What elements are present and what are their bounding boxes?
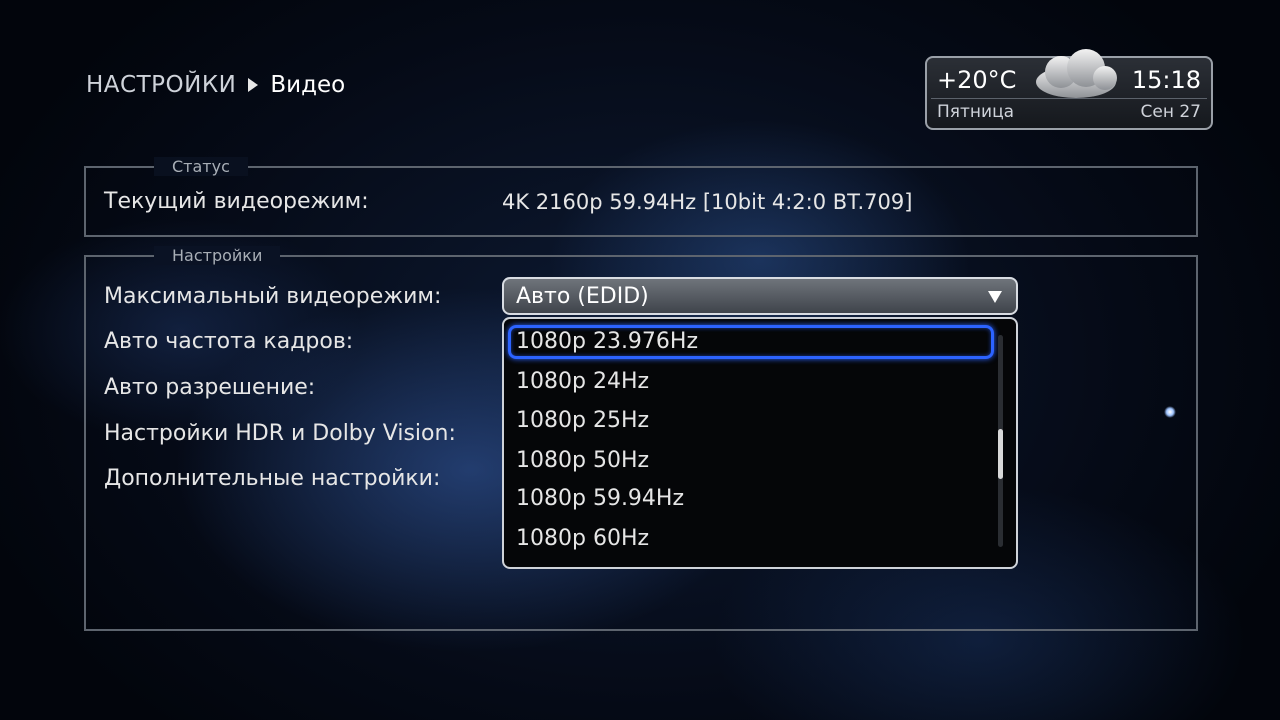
dropdown-option[interactable]: 1080p 24Hz [516,369,649,394]
cloud-icon [1036,49,1117,98]
video-mode-dropdown-list[interactable]: 1080p 23.976Hz 1080p 24Hz 1080p 25Hz 108… [502,317,1018,569]
dropdown-option[interactable]: 1080p 23.976Hz [516,329,698,354]
breadcrumb: НАСТРОЙКИ Видео [86,72,345,98]
settings-item-advanced[interactable]: Дополнительные настройки: [104,466,440,491]
weather-widget: +20°C 15:18 Пятница Сен 27 [925,49,1213,130]
settings-item-auto-framerate[interactable]: Авто частота кадров: [104,329,353,354]
dropdown-option[interactable]: 1080p 60Hz [516,526,649,551]
settings-item-max-video-mode[interactable]: Максимальный видеорежим: [104,284,441,309]
settings-item-hdr-dolby-vision[interactable]: Настройки HDR и Dolby Vision: [104,421,456,446]
current-video-mode-value: 4K 2160p 59.94Hz [10bit 4:2:0 BT.709] [502,190,913,214]
clock-time: 15:18 [1131,66,1201,94]
weather-day: Пятница [937,102,1015,122]
weather-temperature: +20°C [937,66,1017,94]
dropdown-option[interactable]: 1080p 50Hz [516,448,649,473]
settings-item-auto-resolution[interactable]: Авто разрешение: [104,375,315,400]
weather-divider [931,98,1207,99]
current-video-mode-label: Текущий видеорежим: [104,189,369,214]
breadcrumb-current: Видео [270,72,346,98]
status-group-title: Статус [154,157,248,176]
dropdown-option[interactable]: 1080p 25Hz [516,408,649,433]
dropdown-option[interactable]: 1080p 59.94Hz [516,486,684,511]
breadcrumb-root: НАСТРОЙКИ [86,72,237,98]
dropdown-arrow-icon [988,291,1002,303]
max-video-mode-select[interactable]: Авто (EDID) [502,277,1018,315]
max-video-mode-value: Авто (EDID) [516,284,649,309]
breadcrumb-arrow-icon [248,78,259,92]
scrollbar-thumb[interactable] [998,429,1003,479]
settings-group-title: Настройки [154,246,281,265]
weather-date: Сен 27 [1140,102,1201,122]
